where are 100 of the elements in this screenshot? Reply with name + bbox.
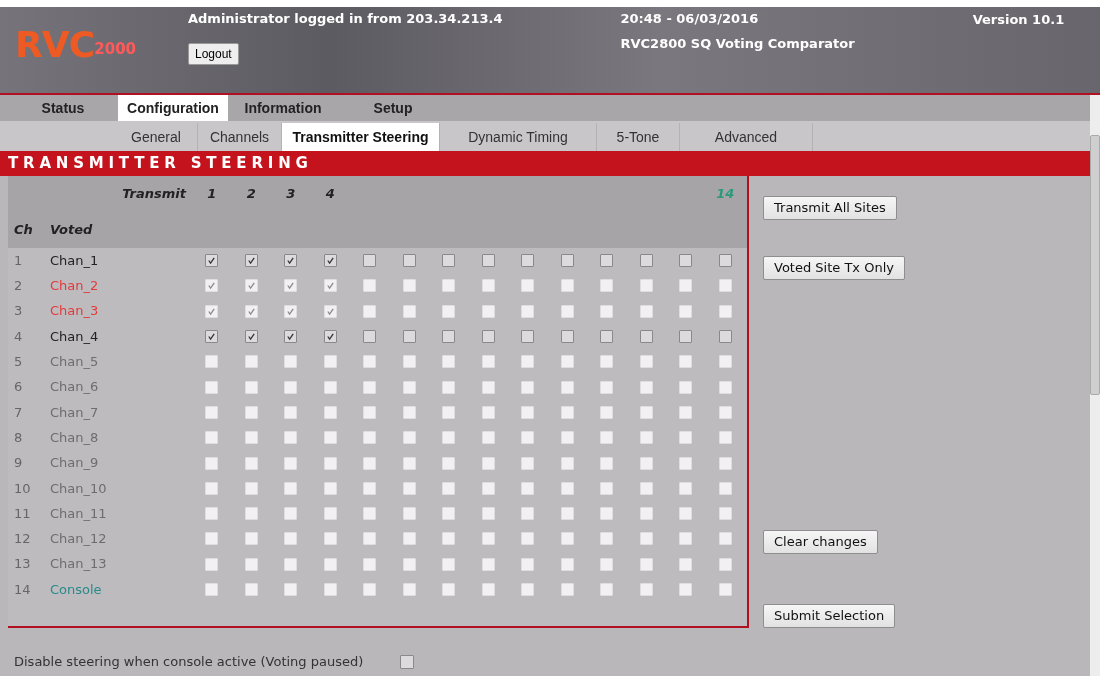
checkbox[interactable]	[560, 330, 574, 344]
action-button[interactable]: Transmit All Sites	[763, 196, 897, 220]
channel-number: 14	[13, 580, 32, 599]
checkbox[interactable]	[244, 330, 258, 344]
channel-number: 1	[13, 251, 24, 270]
product-name: RVC2800 SQ Voting Comparator	[620, 34, 855, 53]
checkmark-icon	[286, 256, 296, 266]
checkmark-icon	[246, 306, 256, 316]
channel-number: 4	[13, 327, 24, 346]
channel-name: Chan_13	[49, 555, 108, 574]
checkmark-icon	[325, 306, 335, 316]
logo-text: 2000	[94, 42, 137, 57]
checkmark-icon	[286, 306, 296, 316]
channel-name: Chan_9	[49, 454, 100, 473]
channel-name: Chan_5	[49, 353, 100, 372]
checkbox[interactable]	[521, 254, 535, 268]
channel-name: Chan_1	[49, 251, 100, 270]
checkmark-icon	[246, 281, 256, 291]
channel-name: Chan_8	[49, 428, 100, 447]
checkbox[interactable]	[400, 654, 414, 669]
channel-number: 6	[13, 378, 24, 397]
checkbox[interactable]	[679, 330, 693, 344]
channel-name: Chan_12	[49, 530, 108, 549]
column-header: 3	[286, 185, 296, 204]
checkbox[interactable]	[560, 254, 574, 268]
channel-number: 3	[13, 302, 24, 321]
channel-name: Chan_7	[49, 403, 100, 422]
channel-number: 13	[13, 555, 32, 574]
channel-number: 5	[13, 353, 24, 372]
login-status: Administrator logged in from 203.34.213.4	[188, 10, 503, 28]
channel-number: 8	[13, 428, 24, 447]
checkbox[interactable]	[481, 330, 495, 344]
logout-button[interactable]: Logout	[188, 42, 239, 65]
checkbox[interactable]	[600, 254, 614, 268]
channel-number: 2	[13, 277, 24, 296]
checkmark-icon	[286, 332, 296, 342]
nav-tab[interactable]: Configuration	[118, 95, 228, 121]
checkbox[interactable]	[481, 254, 495, 268]
section-title: TRANSMITTER STEERING	[8, 153, 313, 175]
channel-name: Chan_2	[49, 277, 100, 296]
checkmark-icon	[325, 332, 335, 342]
checkmark-icon	[207, 281, 217, 291]
checkbox[interactable]	[363, 254, 377, 268]
nav-tab[interactable]: Information	[228, 95, 338, 121]
checkbox[interactable]	[363, 330, 377, 344]
channel-name: Chan_11	[49, 504, 108, 523]
checkbox[interactable]	[718, 330, 732, 344]
channel-name: Chan_3	[49, 302, 100, 321]
sub-tab[interactable]: Transmitter Steering	[282, 123, 440, 151]
action-button[interactable]: Voted Site Tx Only	[763, 256, 905, 280]
column-header: 1	[207, 185, 217, 204]
channel-number: 9	[13, 454, 24, 473]
checkmark-icon	[286, 281, 296, 291]
channel-number: 10	[13, 479, 32, 498]
nav-tab[interactable]: Status	[8, 95, 118, 121]
checkbox[interactable]	[639, 254, 653, 268]
checkmark-icon	[246, 332, 256, 342]
checkbox[interactable]	[521, 330, 535, 344]
logo-text: RVC	[15, 27, 95, 63]
channel-name: Chan_6	[49, 378, 100, 397]
checkmark-icon	[246, 256, 256, 266]
checkmark-icon	[207, 256, 217, 266]
checkbox[interactable]	[284, 254, 298, 268]
action-button[interactable]: Clear changes	[763, 530, 878, 554]
checkmark-icon	[207, 332, 217, 342]
channel-number: 12	[13, 530, 32, 549]
checkbox[interactable]	[323, 254, 337, 268]
column-header: Voted	[49, 221, 94, 240]
column-header: Ch	[13, 221, 34, 240]
checkbox[interactable]	[323, 330, 337, 344]
checkbox[interactable]	[442, 254, 456, 268]
date-time: 20:48 - 06/03/2016	[620, 10, 760, 28]
channel-name: Chan_4	[49, 327, 100, 346]
checkmark-icon	[325, 256, 335, 266]
version-label: Version 10.1	[972, 11, 1065, 29]
checkbox[interactable]	[639, 330, 653, 344]
checkbox[interactable]	[442, 330, 456, 344]
checkbox[interactable]	[284, 330, 298, 344]
checkbox[interactable]	[679, 254, 693, 268]
checkbox[interactable]	[718, 254, 732, 268]
scrollbar[interactable]	[1090, 95, 1100, 676]
nav-tab[interactable]: Setup	[338, 95, 448, 121]
checkbox[interactable]	[600, 330, 614, 344]
action-button[interactable]: Submit Selection	[763, 604, 896, 628]
checkmark-icon	[325, 281, 335, 291]
column-header: 14	[716, 185, 735, 204]
checkbox[interactable]	[244, 254, 258, 268]
checkbox[interactable]	[205, 254, 219, 268]
option-label: Disable steering when console active (Voting paused)	[14, 653, 365, 671]
channel-number: 7	[13, 403, 24, 422]
column-header: Transmit	[122, 185, 188, 204]
checkbox[interactable]	[402, 254, 416, 268]
channel-name: Console	[49, 580, 103, 599]
channel-number: 11	[13, 504, 32, 523]
column-header: 4	[325, 185, 335, 204]
column-header: 2	[246, 185, 256, 204]
checkbox[interactable]	[205, 330, 219, 344]
checkmark-icon	[207, 306, 217, 316]
channel-name: Chan_10	[49, 479, 108, 498]
checkbox[interactable]	[402, 330, 416, 344]
